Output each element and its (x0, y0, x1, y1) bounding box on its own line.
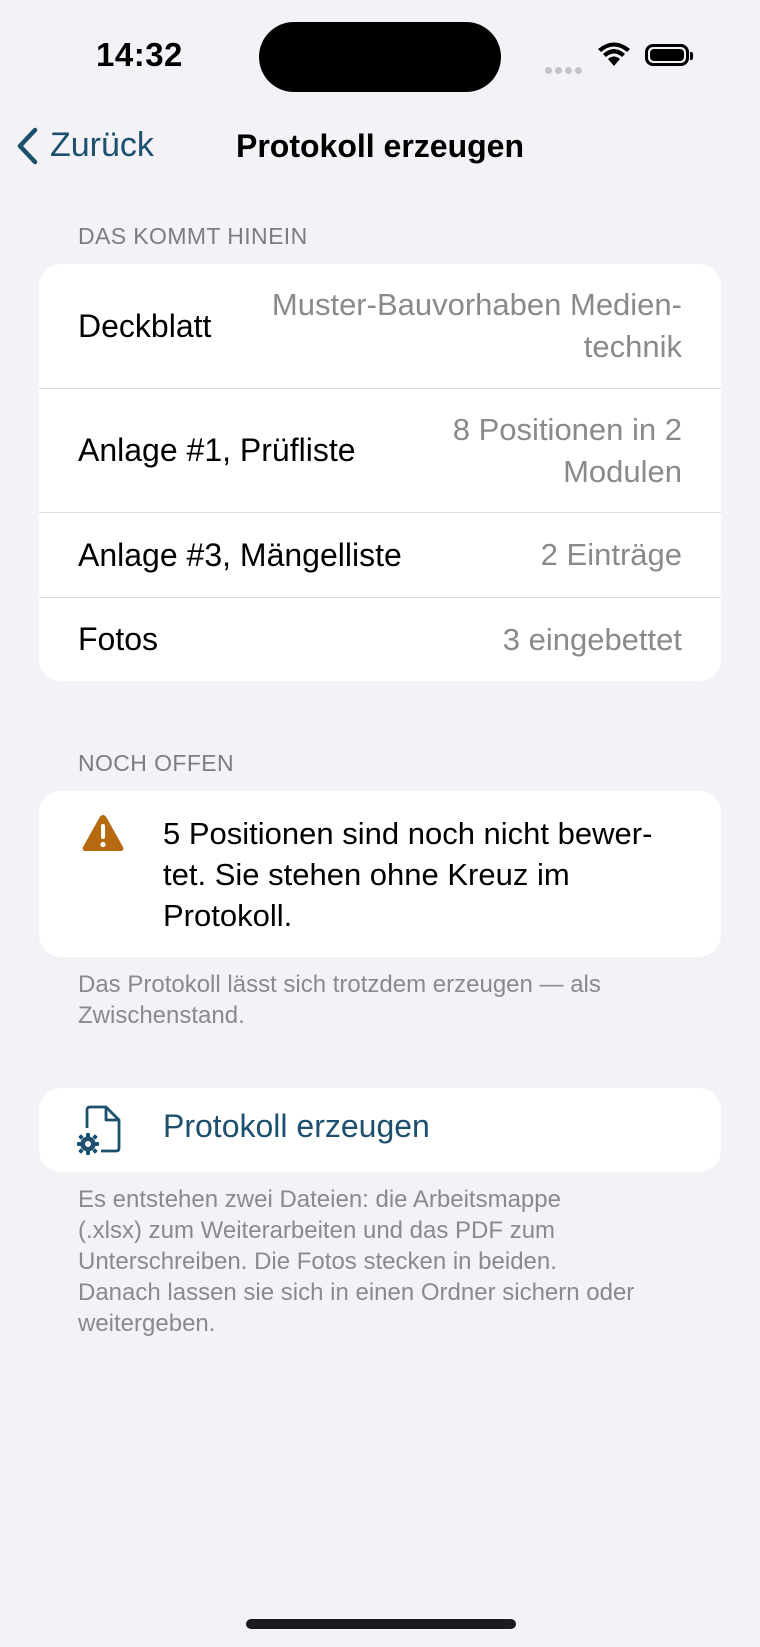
section-header-open: NOCH OFFEN (78, 750, 235, 776)
warning-card: 5 Positionen sind noch nicht bewer- tet.… (39, 791, 721, 957)
row-label: Fotos (78, 621, 159, 657)
section-header-contents: DAS KOMMT HINEIN (78, 223, 308, 249)
contents-row: Deckblatt Muster-Bauvorhaben Medien- tec… (39, 264, 721, 388)
generate-protocol-button[interactable]: Protokoll erzeugen (39, 1088, 721, 1172)
contents-card: Deckblatt Muster-Bauvorhaben Medien- tec… (39, 264, 721, 681)
generate-protocol-label: Protokoll erzeugen (163, 1108, 430, 1144)
contents-row: Fotos 3 eingebettet (39, 597, 721, 681)
page-title: Protokoll erzeugen (235, 128, 525, 164)
row-label: Deckblatt (78, 307, 212, 344)
row-label: Anlage #1, Prüfliste (78, 432, 356, 468)
row-value: Muster-Bauvorhaben Medien- technik (271, 287, 682, 364)
row-label: Anlage #3, Mängelliste (78, 536, 402, 573)
cellular-signal-icon (545, 61, 585, 79)
warning-triangle-icon (82, 815, 124, 851)
contents-row: Anlage #1, Prüfliste 8 Positionen in 2 M… (39, 388, 721, 512)
document-gear-icon (77, 1105, 121, 1155)
status-time: 14:32 (96, 36, 183, 73)
dynamic-island (259, 22, 501, 92)
battery-icon (645, 44, 693, 66)
row-value: 8 Positionen in 2 Modulen (452, 411, 682, 489)
row-value: 2 Einträge (540, 537, 682, 572)
navigation-bar: Zurück Protokoll erzeugen (0, 110, 760, 180)
contents-row: Anlage #3, Mängelliste 2 Einträge (39, 512, 721, 597)
row-value: 3 eingebettet (502, 621, 682, 657)
warning-footnote: Das Protokoll lässt sich trotzdem erzeug… (78, 971, 601, 1029)
wifi-icon (598, 42, 630, 66)
action-footnote: Es entstehen zwei Dateien: die Arbeitsma… (78, 1186, 635, 1337)
status-bar: 14:32 (0, 0, 760, 110)
warning-text: 5 Positionen sind noch nicht bewer- tet.… (163, 816, 653, 933)
home-indicator[interactable] (246, 1619, 516, 1629)
